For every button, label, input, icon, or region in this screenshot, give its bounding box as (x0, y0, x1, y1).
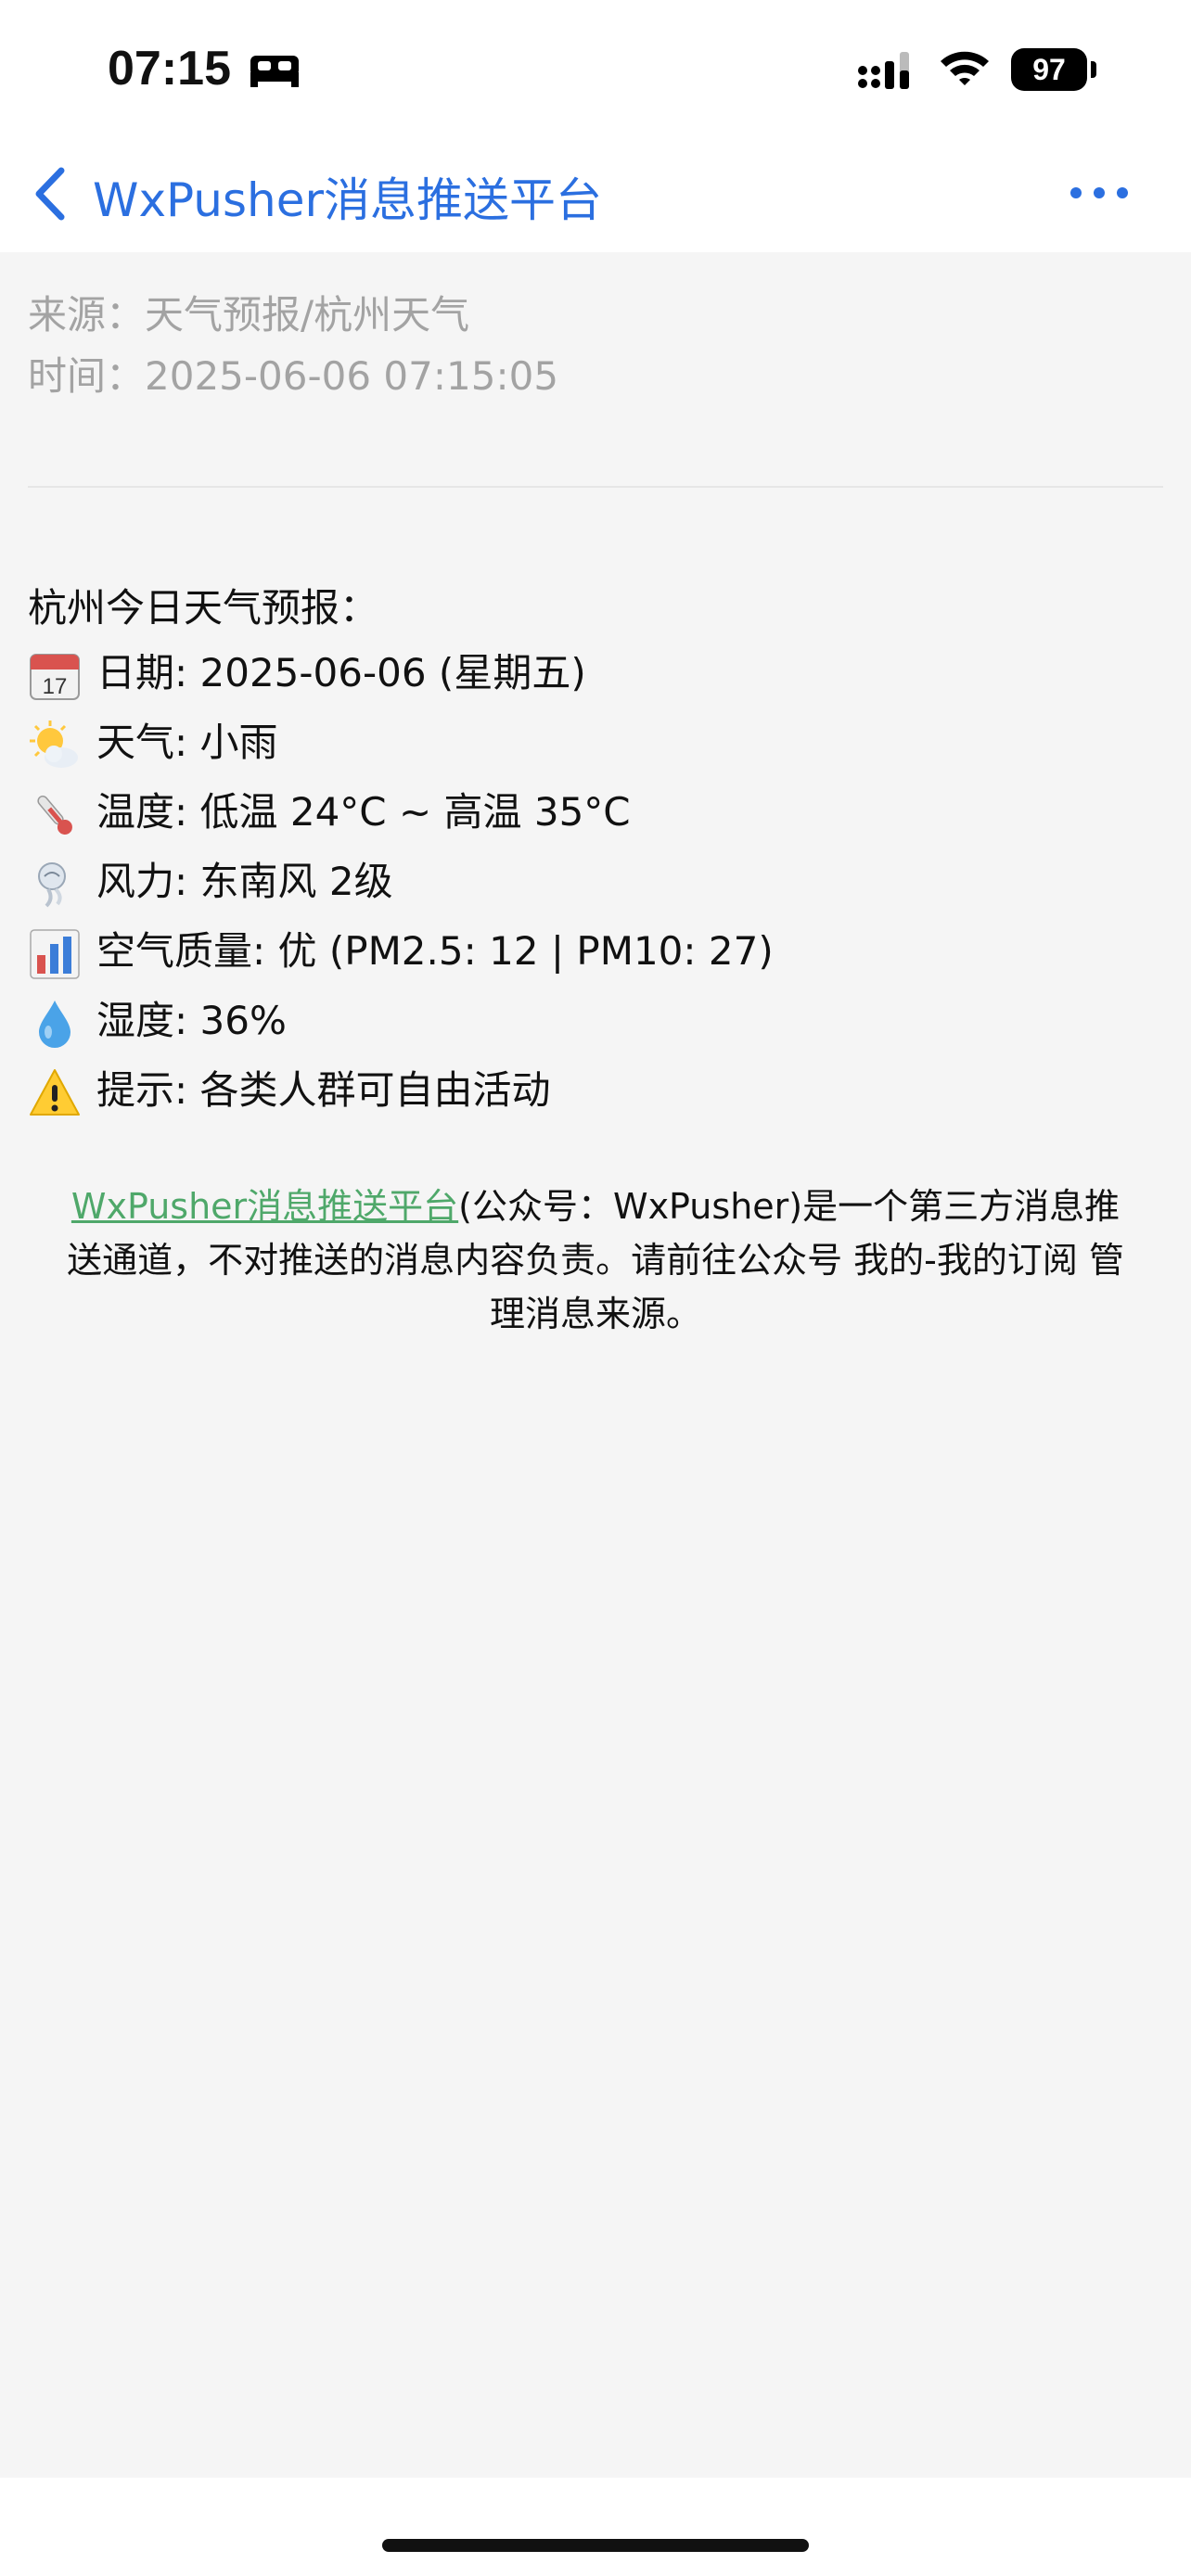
footer-disclaimer: WxPusher消息推送平台(公众号：WxPusher)是一个第三方消息推送通道… (56, 1180, 1135, 1341)
chevron-left-icon[interactable] (28, 161, 74, 226)
platform-link[interactable]: WxPusher消息推送平台 (71, 1186, 458, 1227)
signal-icon (858, 52, 909, 89)
weather-line-text: 日期: 2025-06-06 (星期五) (96, 650, 586, 695)
weather-line-tip: 提示: 各类人群可自由活动 (28, 1060, 551, 1121)
weather-line-text: 风力: 东南风 2级 (96, 859, 393, 904)
svg-text:17: 17 (43, 674, 68, 699)
weather-line-weather: 天气: 小雨 (28, 712, 278, 773)
droplet-icon (28, 997, 82, 1051)
weather-heading: 杭州今日天气预报： (28, 585, 379, 631)
status-bar: 07:15 97 (0, 0, 1191, 139)
divider (28, 486, 1163, 488)
weather-line-air: 空气质量: 优 (PM2.5: 12 | PM10: 27) (28, 921, 774, 982)
battery-icon: 97 (1011, 48, 1087, 91)
more-horizontal-icon[interactable] (1067, 174, 1132, 211)
weather-line-text: 天气: 小雨 (96, 720, 278, 765)
wifi-icon (941, 51, 989, 85)
sleep-icon (250, 56, 299, 87)
message-time: 时间：2025-06-06 07:15:05 (28, 353, 559, 399)
home-indicator[interactable] (382, 2539, 809, 2552)
weather-line-text: 空气质量: 优 (PM2.5: 12 | PM10: 27) (96, 928, 774, 974)
weather-line-humidity: 湿度: 36% (28, 990, 287, 1052)
weather-line-date: 17 日期: 2025-06-06 (星期五) (28, 643, 586, 704)
battery-cap (1091, 61, 1096, 78)
bar-chart-icon (28, 927, 82, 981)
nav-bar: WxPusher消息推送平台 (0, 139, 1191, 252)
weather-line-text: 提示: 各类人群可自由活动 (96, 1067, 551, 1113)
warning-icon (28, 1066, 82, 1120)
status-time: 07:15 (108, 42, 231, 96)
weather-line-wind: 风力: 东南风 2级 (28, 851, 393, 912)
message-source: 来源：天气预报/杭州天气 (28, 292, 470, 338)
weather-line-text: 湿度: 36% (96, 998, 287, 1043)
thermometer-icon (28, 788, 82, 842)
calendar-icon: 17 (28, 649, 82, 703)
sun-cloud-icon (28, 719, 82, 772)
nav-title: WxPusher消息推送平台 (93, 173, 603, 227)
weather-line-temperature: 温度: 低温 24°C ~ 高温 35°C (28, 782, 631, 843)
weather-line-text: 温度: 低温 24°C ~ 高温 35°C (96, 789, 631, 835)
wind-icon (28, 858, 82, 912)
home-indicator-area (0, 2478, 1191, 2576)
